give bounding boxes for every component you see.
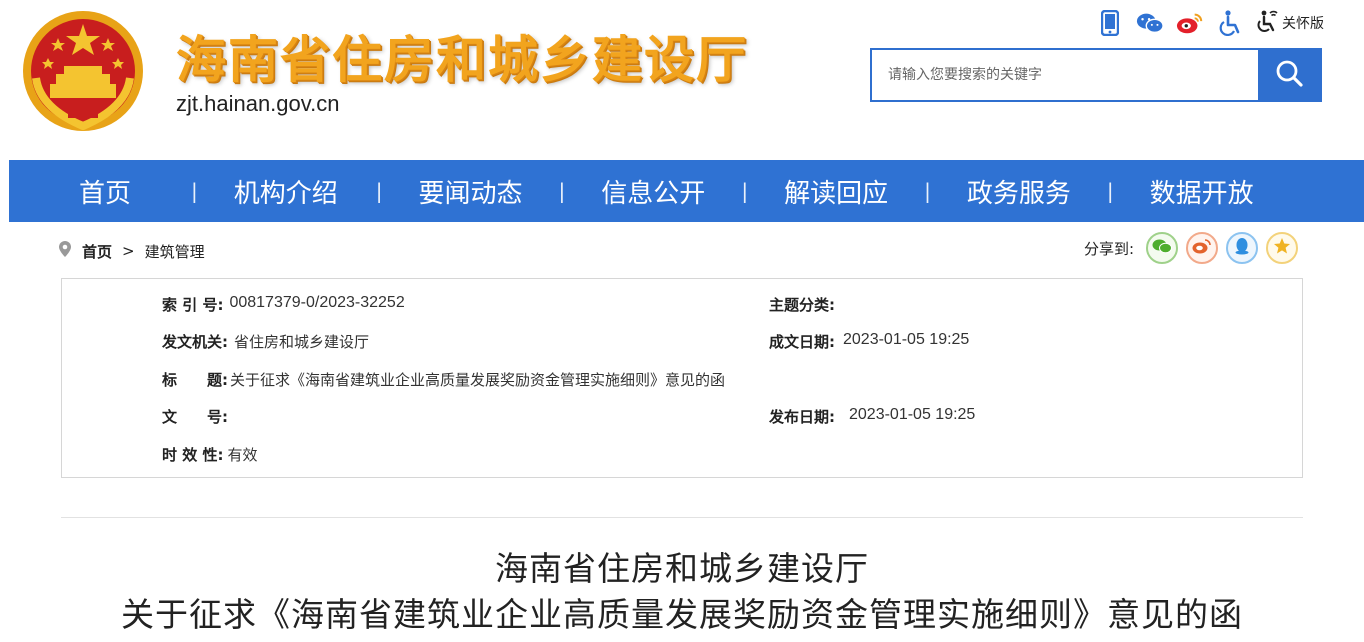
site-title: 海南省住房和城乡建设厅: [176, 31, 748, 89]
location-pin-icon: [58, 240, 72, 262]
meta-validity-row: 时 效 性: 有效: [162, 444, 257, 465]
care-mode-label: 关怀版: [1282, 16, 1324, 32]
nav-item-info-disclosure[interactable]: 信息公开: [601, 173, 705, 210]
nav-item-interpretation[interactable]: 解读回应: [784, 173, 888, 210]
meta-index-label: 索 引 号:: [162, 296, 224, 314]
weibo-icon: [1192, 238, 1212, 258]
breadcrumb-current[interactable]: 建筑管理: [145, 241, 205, 262]
share-label: 分享到:: [1083, 239, 1134, 258]
meta-validity-label: 时 效 性:: [162, 446, 224, 464]
meta-published-row: 发布日期: 2023-01-05 19:25: [769, 406, 975, 427]
nav-item-gov-services[interactable]: 政务服务: [967, 173, 1071, 210]
meta-index-row: 索 引 号: 00817379-0/2023-32252: [162, 294, 405, 315]
qq-icon: [1234, 237, 1250, 259]
meta-issuer-label: 发文机关:: [162, 333, 228, 351]
mobile-icon[interactable]: [1096, 9, 1124, 37]
care-mode-icon: [1256, 9, 1280, 37]
meta-issuer-row: 发文机关: 省住房和城乡建设厅: [162, 331, 369, 352]
nav-separator: |: [924, 179, 931, 203]
meta-issuer-value: 省住房和城乡建设厅: [234, 333, 370, 351]
meta-topic-row: 主题分类:: [769, 294, 841, 315]
nav-item-open-data[interactable]: 数据开放: [1150, 173, 1254, 210]
nav-item-news[interactable]: 要闻动态: [419, 173, 523, 210]
nav-separator: |: [741, 179, 749, 203]
share-qq-button[interactable]: [1226, 232, 1258, 264]
meta-title-label: 标 题:: [162, 371, 228, 389]
main-nav: 首页 | 机构介绍 | 要闻动态 | 信息公开 | 解读回应 | 政务服务 | …: [9, 160, 1364, 222]
meta-index-value: 00817379-0/2023-32252: [229, 294, 405, 311]
search-input[interactable]: [872, 50, 1258, 100]
meta-published-value: 2023-01-05 19:25: [849, 406, 976, 423]
nav-separator: |: [375, 179, 383, 203]
share-wechat-button[interactable]: [1146, 232, 1178, 264]
meta-created-value: 2023-01-05 19:25: [843, 331, 970, 348]
breadcrumb: 首页 > 建筑管理: [58, 240, 205, 262]
meta-validity-value: 有效: [227, 446, 258, 464]
star-icon: [1273, 237, 1291, 259]
accessibility-icon[interactable]: [1216, 9, 1244, 37]
document-title-line1: 海南省住房和城乡建设厅: [495, 549, 869, 588]
nav-separator: |: [1106, 179, 1114, 203]
weibo-icon[interactable]: [1176, 9, 1204, 37]
document-metadata-panel: 索 引 号: 00817379-0/2023-32252 主题分类: 发文机关:…: [61, 278, 1303, 478]
meta-docno-label: 文 号:: [162, 408, 228, 426]
breadcrumb-separator: >: [122, 242, 135, 260]
search-bar: [870, 48, 1322, 102]
national-emblem-logo[interactable]: [20, 8, 146, 134]
meta-topic-label: 主题分类:: [769, 296, 835, 314]
meta-created-row: 成文日期: 2023-01-05 19:25: [769, 331, 969, 352]
site-domain: zjt.hainan.gov.cn: [176, 91, 340, 116]
document-title-line2: 关于征求《海南省建筑业企业高质量发展奖励资金管理实施细则》意见的函: [121, 595, 1243, 634]
share-weibo-button[interactable]: [1186, 232, 1218, 264]
meta-title-value: 关于征求《海南省建筑业企业高质量发展奖励资金管理实施细则》意见的函: [230, 371, 726, 389]
wechat-icon[interactable]: [1136, 9, 1164, 37]
content-divider: [61, 517, 1303, 518]
search-button[interactable]: [1258, 50, 1320, 100]
nav-item-about[interactable]: 机构介绍: [234, 173, 338, 210]
share-qzone-button[interactable]: [1266, 232, 1298, 264]
top-toolbar: 关怀版: [1096, 8, 1324, 38]
share-bar: 分享到:: [1084, 232, 1298, 264]
breadcrumb-home-link[interactable]: 首页: [82, 241, 112, 262]
nav-separator: |: [191, 179, 198, 203]
meta-created-label: 成文日期:: [769, 333, 835, 351]
meta-title-row: 标 题: 关于征求《海南省建筑业企业高质量发展奖励资金管理实施细则》意见的函: [162, 369, 725, 390]
site-header: 海南省住房和城乡建设厅 zjt.hainan.gov.cn 关怀版: [0, 0, 1364, 160]
care-mode-link[interactable]: 关怀版: [1256, 9, 1324, 37]
nav-item-home[interactable]: 首页: [79, 173, 131, 210]
meta-published-label: 发布日期:: [769, 408, 835, 426]
wechat-icon: [1152, 238, 1172, 258]
nav-separator: |: [558, 179, 566, 203]
search-icon: [1273, 57, 1305, 93]
meta-docno-row: 文 号:: [162, 406, 234, 427]
